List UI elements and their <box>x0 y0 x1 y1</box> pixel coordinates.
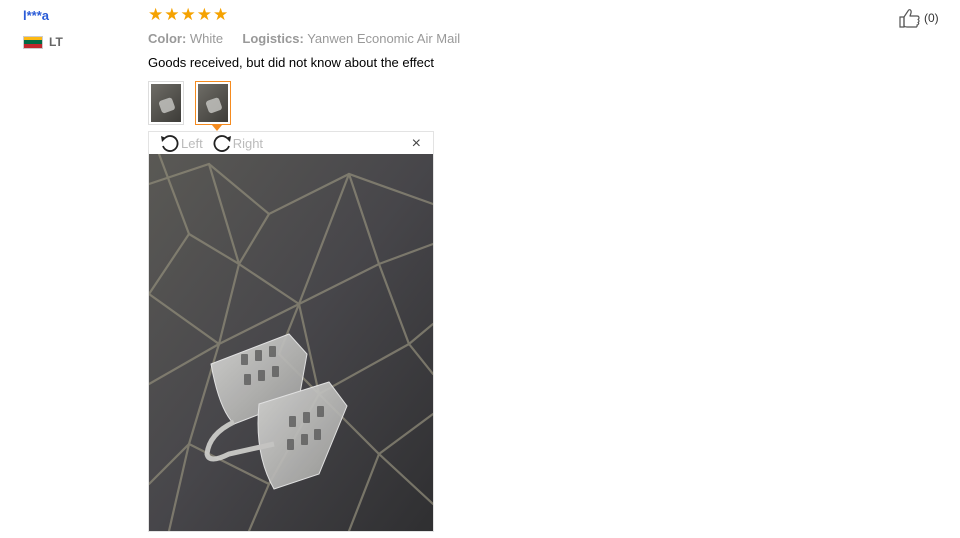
rotate-left-label: Left <box>181 135 203 151</box>
lithuania-flag-icon <box>23 35 43 49</box>
rotate-right-icon <box>211 133 233 153</box>
review-photo <box>149 154 433 531</box>
star-icon: ★ <box>164 5 180 24</box>
star-rating: ★ ★ ★ ★ ★ <box>148 6 228 24</box>
logistics-label: Logistics: <box>242 31 304 46</box>
review-thumbnail-selected[interactable] <box>195 81 231 131</box>
rotate-left-button[interactable]: Left <box>159 133 203 153</box>
star-icon: ★ <box>148 5 164 24</box>
viewer-toolbar: Left Right × <box>149 132 433 154</box>
star-icon: ★ <box>180 5 196 24</box>
country-code: LT <box>49 35 63 49</box>
thumbs-up-icon <box>898 8 922 28</box>
image-viewer: Left Right × <box>148 131 434 532</box>
color-value: White <box>189 31 224 46</box>
star-icon: ★ <box>213 5 229 24</box>
rotate-right-label: Right <box>232 135 264 151</box>
logistics-value: Yanwen Economic Air Mail <box>307 31 461 46</box>
rotate-left-icon <box>159 133 181 153</box>
close-icon[interactable]: × <box>412 136 421 152</box>
helpful-count: (0) <box>924 11 939 25</box>
review-text: Goods received, but did not know about t… <box>148 55 434 70</box>
reviewer-country: LT <box>23 35 63 49</box>
reviewer-name[interactable]: l***a <box>23 8 49 23</box>
star-icon: ★ <box>196 5 212 24</box>
rotate-right-button[interactable]: Right <box>211 133 263 153</box>
review-meta: Color: White Logistics: Yanwen Economic … <box>148 31 460 46</box>
helpful-button[interactable]: (0) <box>898 8 939 28</box>
review-thumbnails <box>148 81 231 131</box>
color-label: Color: <box>148 31 187 46</box>
review-thumbnail[interactable] <box>148 81 184 125</box>
